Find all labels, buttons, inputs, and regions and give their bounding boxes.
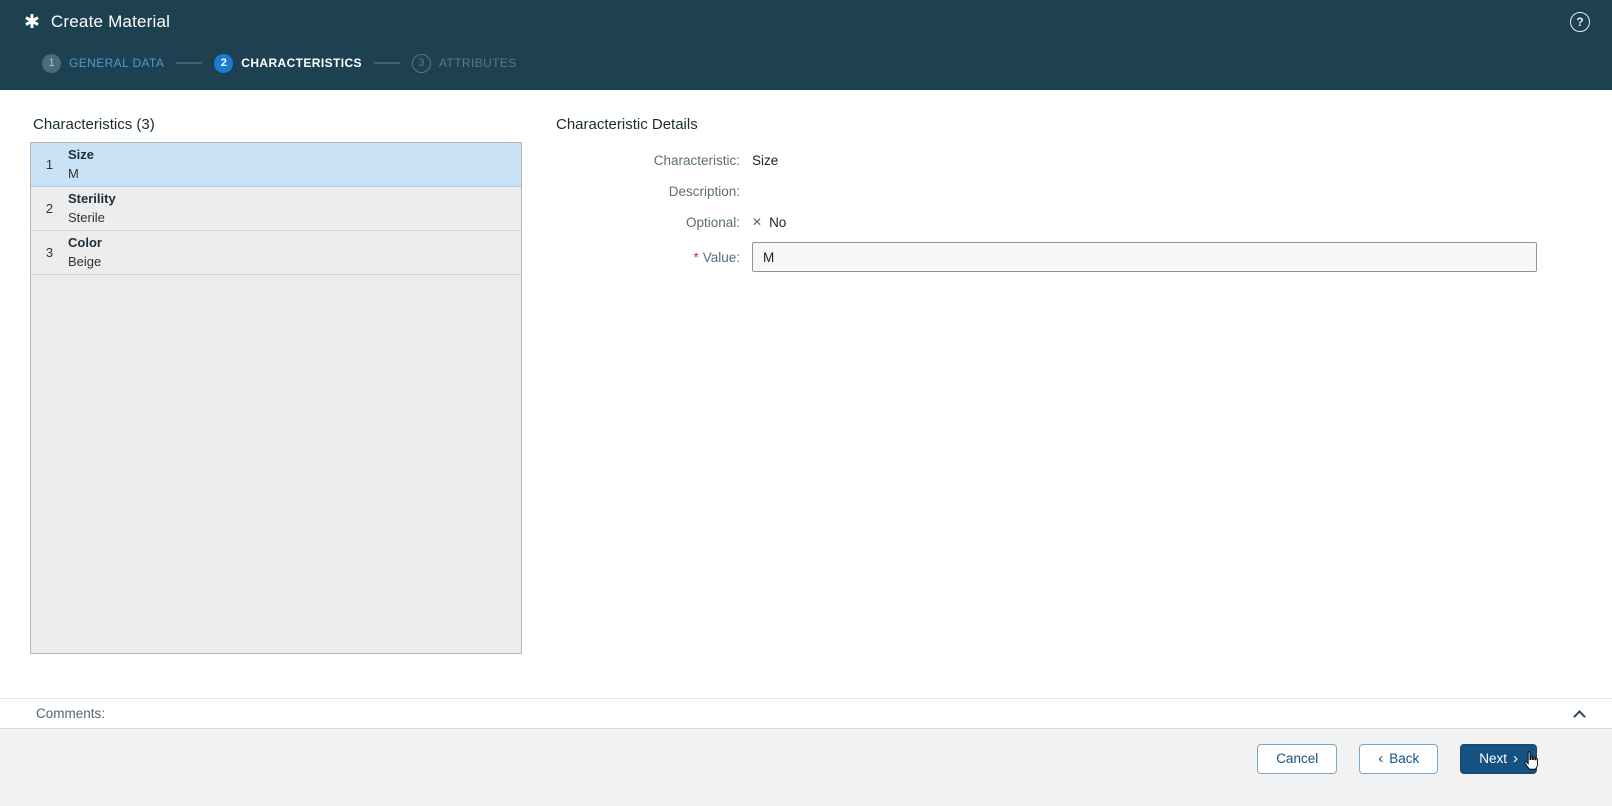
- comments-section: Comments:: [0, 698, 1612, 728]
- help-icon[interactable]: ?: [1570, 12, 1590, 32]
- footer-bar: Cancel ‹ Back Next ›: [0, 728, 1612, 806]
- characteristic-item-size[interactable]: 1 Size M: [31, 143, 521, 187]
- item-text: Sterility Sterile: [68, 191, 116, 227]
- item-name: Sterility: [68, 190, 116, 206]
- value-label: * Value:: [556, 250, 740, 265]
- back-button-label: Back: [1389, 751, 1420, 767]
- step1-label: GENERAL DATA: [69, 56, 165, 70]
- item-value: M: [68, 165, 79, 181]
- optional-value-text: No: [769, 214, 787, 230]
- value-row: * Value:: [556, 242, 1537, 272]
- page-title: Create Material: [50, 12, 171, 31]
- step3-number-badge: 3: [411, 53, 431, 73]
- step2-label: CHARACTERISTICS: [241, 56, 362, 70]
- description-label: Description:: [668, 183, 740, 199]
- comments-label: Comments:: [36, 706, 106, 721]
- step2-number-badge: 2: [214, 53, 234, 73]
- wizard-steps: 1 GENERAL DATA 2 CHARACTERISTICS 3 ATTRI…: [0, 44, 1612, 90]
- value-input[interactable]: [752, 242, 1537, 272]
- item-name: Color: [68, 234, 102, 250]
- chevron-right-icon: ›: [1513, 749, 1518, 767]
- step-connector: [373, 62, 400, 64]
- wizard-step-characteristics[interactable]: 2 CHARACTERISTICS: [214, 53, 362, 73]
- characteristic-row: Characteristic: Size: [556, 149, 1537, 171]
- app-header: ✱ Create Material ? 1 GENERAL DATA 2 CHA…: [0, 0, 1612, 90]
- optional-value: ✕ No: [752, 215, 786, 230]
- create-material-app: ✱ Create Material ? 1 GENERAL DATA 2 CHA…: [0, 0, 1612, 806]
- value-label-text: Value:: [702, 249, 740, 265]
- characteristics-panel: Characteristics (3) 1 Size M 2 Sterility…: [30, 90, 522, 698]
- item-text: Size M: [68, 147, 94, 183]
- item-index: 2: [45, 201, 54, 216]
- step-connector: [176, 62, 203, 64]
- item-index: 3: [45, 245, 54, 260]
- next-button[interactable]: Next ›: [1460, 744, 1537, 774]
- characteristic-item-color[interactable]: 3 Color Beige: [31, 231, 521, 275]
- cancel-button[interactable]: Cancel: [1257, 744, 1338, 774]
- characteristics-list-title: Characteristics (3): [33, 116, 155, 133]
- optional-label: Optional:: [685, 214, 740, 230]
- title-bar: ✱ Create Material ?: [0, 0, 1612, 44]
- chevron-up-icon[interactable]: [1573, 710, 1586, 723]
- chevron-left-icon: ‹: [1378, 749, 1384, 767]
- required-mark: *: [693, 249, 699, 265]
- item-value: Sterile: [68, 209, 105, 225]
- characteristic-label: Characteristic:: [653, 152, 740, 168]
- app-logo-icon: ✱: [24, 11, 40, 33]
- characteristic-details-panel: Characteristic Details Characteristic: S…: [522, 90, 1612, 698]
- wizard-step-attributes: 3 ATTRIBUTES: [411, 53, 517, 73]
- step3-label: ATTRIBUTES: [438, 56, 517, 70]
- wizard-step-general-data[interactable]: 1 GENERAL DATA: [42, 53, 165, 73]
- description-row: Description:: [556, 180, 1537, 202]
- characteristic-value: Size: [752, 152, 779, 168]
- back-button[interactable]: ‹ Back: [1359, 744, 1439, 774]
- details-title: Characteristic Details: [556, 116, 698, 133]
- step1-number-badge: 1: [42, 53, 61, 73]
- cross-icon: ✕: [752, 215, 763, 229]
- item-name: Size: [68, 146, 95, 162]
- characteristic-item-sterility[interactable]: 2 Sterility Sterile: [31, 187, 521, 231]
- main-content: Characteristics (3) 1 Size M 2 Sterility…: [0, 90, 1612, 698]
- optional-row: Optional: ✕ No: [556, 211, 1537, 233]
- characteristics-list: 1 Size M 2 Sterility Sterile 3 Color Bei…: [30, 142, 522, 654]
- cancel-button-label: Cancel: [1276, 751, 1319, 767]
- next-button-label: Next: [1479, 751, 1507, 767]
- item-text: Color Beige: [68, 235, 102, 271]
- item-index: 1: [45, 157, 54, 172]
- item-value: Beige: [68, 253, 102, 269]
